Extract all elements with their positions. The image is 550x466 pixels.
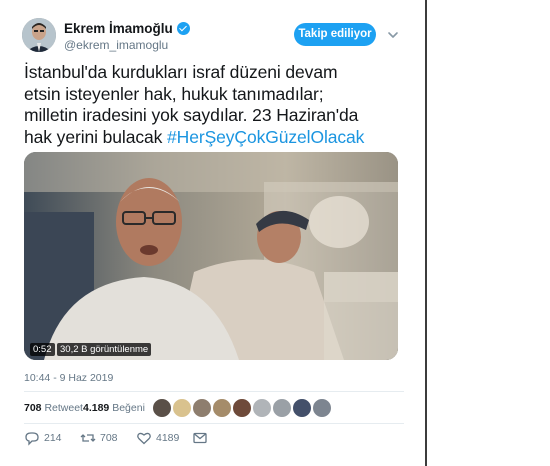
liker-avatar[interactable]	[272, 398, 292, 418]
video-thumbnail	[24, 152, 398, 360]
tweet-stats: 708 Retweet 4.189 Beğeni	[24, 397, 404, 419]
liker-avatar[interactable]	[312, 398, 332, 418]
reply-icon	[25, 432, 39, 446]
avatar[interactable]	[22, 18, 56, 52]
retweet-action-count: 708	[100, 432, 118, 444]
hashtag-link[interactable]: #HerŞeyÇokGüzelOlacak	[167, 127, 364, 147]
retweet-label[interactable]: Retweet	[44, 402, 83, 414]
tweet-card: Ekrem İmamoğlu @ekrem_imamoglu Takip edi…	[0, 0, 426, 466]
chevron-down-icon[interactable]	[386, 28, 400, 42]
video-duration: 0:52	[30, 343, 55, 356]
divider	[24, 423, 404, 424]
liker-avatar[interactable]	[212, 398, 232, 418]
window-edge	[425, 0, 427, 466]
video-view-count: 30,2 B görüntülenme	[57, 343, 152, 356]
liker-avatar[interactable]	[192, 398, 212, 418]
tweet-timestamp[interactable]: 10:44 - 9 Haz 2019	[24, 372, 113, 384]
tweet-text-line: etsin isteyenler hak, hukuk tanımadılar;	[24, 83, 324, 104]
following-button[interactable]: Takip ediliyor	[294, 23, 376, 46]
like-icon	[137, 432, 151, 445]
author-handle[interactable]: @ekrem_imamoglu	[64, 38, 168, 52]
tweet-text-line: milletin iradesini yok saydılar. 23 Hazi…	[24, 105, 359, 125]
divider	[24, 391, 404, 392]
tweet-actions: 214 708 4189	[24, 428, 404, 448]
reply-count: 214	[44, 432, 62, 444]
liker-avatar[interactable]	[252, 398, 272, 418]
retweet-stat[interactable]: 708 Retweet	[24, 402, 83, 414]
verified-badge-icon	[176, 22, 190, 35]
liker-avatar[interactable]	[152, 398, 172, 418]
like-stat[interactable]: 4.189 Beğeni	[83, 402, 145, 414]
tweet-header: Ekrem İmamoğlu @ekrem_imamoglu Takip edi…	[22, 18, 412, 54]
video-player[interactable]: 0:52 30,2 B görüntülenme	[24, 152, 398, 360]
author-name-text[interactable]: Ekrem İmamoğlu	[64, 21, 173, 36]
like-label[interactable]: Beğeni	[112, 402, 145, 414]
tweet-text-line-start: hak yerini bulacak	[24, 126, 168, 147]
tweet-text: İstanbul'da kurdukları israf düzeni deva…	[24, 62, 404, 148]
like-count[interactable]: 4.189	[83, 402, 109, 414]
tweet-text-line: hak yerini bulacak #HerŞeyÇokGüzelOlacak	[24, 127, 404, 149]
liker-avatar[interactable]	[172, 398, 192, 418]
retweet-icon	[80, 434, 96, 442]
message-icon	[193, 432, 207, 444]
like-action-count: 4189	[156, 432, 180, 444]
liker-avatar[interactable]	[292, 398, 312, 418]
retweet-count[interactable]: 708	[24, 402, 42, 414]
tweet-text-line: İstanbul'da kurdukları israf düzeni deva…	[24, 62, 338, 82]
author-name[interactable]: Ekrem İmamoğlu	[64, 21, 190, 36]
liker-avatar[interactable]	[232, 398, 252, 418]
